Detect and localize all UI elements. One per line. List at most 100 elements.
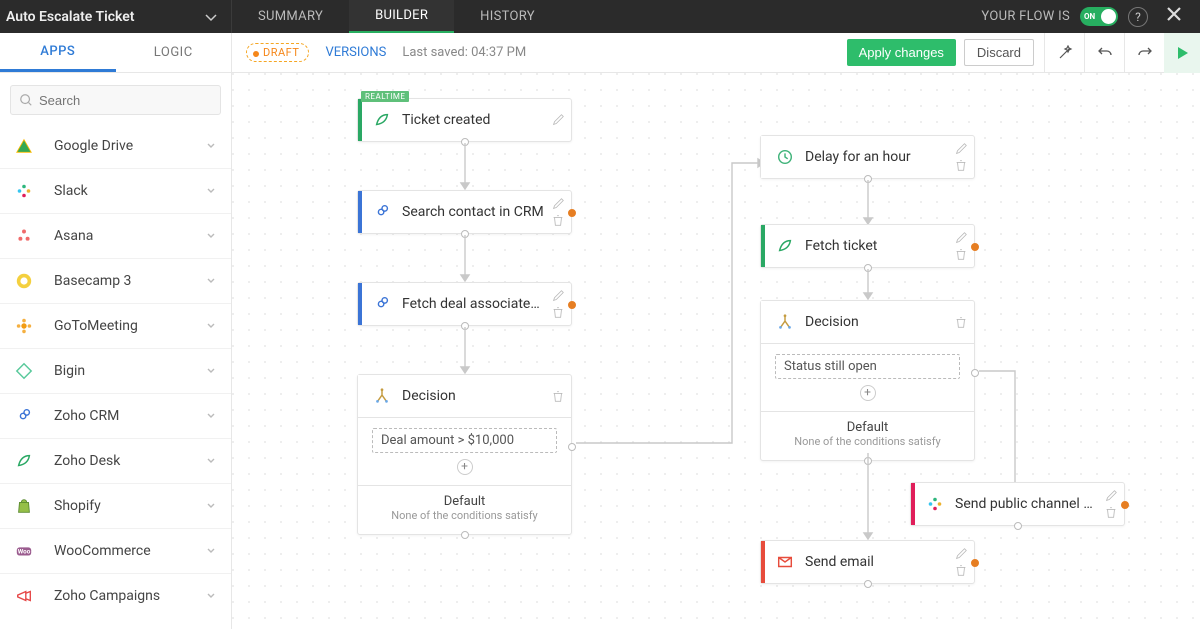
- app-item-basecamp-3[interactable]: Basecamp 3: [0, 258, 231, 303]
- node-fetch-ticket[interactable]: Fetch ticket: [760, 224, 975, 268]
- decision-icon: [362, 387, 402, 405]
- app-name: Google Drive: [54, 138, 205, 154]
- search-input[interactable]: [39, 93, 212, 108]
- app-icon: [14, 451, 34, 471]
- condition-label[interactable]: Deal amount > $10,000: [372, 428, 557, 453]
- app-item-asana[interactable]: Asana: [0, 213, 231, 258]
- zoho-crm-icon: [362, 203, 402, 221]
- app-name: Zoho CRM: [54, 408, 205, 424]
- node-slack[interactable]: Send public channel m...: [910, 482, 1125, 526]
- output-port[interactable]: [568, 301, 576, 309]
- app-name: Slack: [54, 183, 205, 199]
- chevron-down-icon: [203, 9, 219, 25]
- trash-icon[interactable]: [954, 247, 968, 261]
- app-name: Basecamp 3: [54, 273, 205, 289]
- trash-icon[interactable]: [551, 213, 565, 227]
- output-port[interactable]: [971, 559, 979, 567]
- magic-wand-button[interactable]: [1044, 33, 1084, 73]
- app-item-google-drive[interactable]: Google Drive: [0, 123, 231, 168]
- trash-icon[interactable]: [1104, 505, 1118, 519]
- trash-icon[interactable]: [954, 158, 968, 172]
- app-name: Zoho Campaigns: [54, 588, 205, 604]
- undo-button[interactable]: [1084, 33, 1124, 73]
- node-send-email[interactable]: Send email: [760, 540, 975, 584]
- help-button[interactable]: ?: [1128, 7, 1148, 27]
- subtab-logic[interactable]: LOGIC: [116, 33, 232, 72]
- chevron-down-icon: [205, 365, 217, 377]
- app-item-zoho-crm[interactable]: Zoho CRM: [0, 393, 231, 438]
- flow-on-toggle[interactable]: ON: [1080, 7, 1118, 26]
- run-button[interactable]: [1164, 33, 1200, 73]
- node-decision-b[interactable]: Decision Status still open + Default Non…: [760, 300, 975, 461]
- app-icon: [14, 586, 34, 606]
- search-icon: [19, 93, 33, 107]
- add-condition-button[interactable]: +: [860, 385, 876, 401]
- app-icon: Woo: [14, 541, 34, 561]
- node-decision-a[interactable]: Decision Deal amount > $10,000 + Default…: [357, 374, 572, 535]
- zoho-desk-icon: [765, 237, 805, 255]
- node-trigger[interactable]: REALTIME Ticket created: [357, 98, 572, 142]
- gmail-icon: [765, 553, 805, 571]
- edit-icon[interactable]: [954, 547, 968, 561]
- tab-history[interactable]: HISTORY: [454, 0, 561, 33]
- app-search[interactable]: [10, 85, 221, 115]
- app-icon: [14, 136, 34, 156]
- add-condition-button[interactable]: +: [457, 459, 473, 475]
- condition-port[interactable]: [568, 443, 576, 451]
- tab-summary[interactable]: SUMMARY: [232, 0, 349, 33]
- versions-link[interactable]: VERSIONS: [325, 45, 386, 60]
- chevron-down-icon: [205, 320, 217, 332]
- app-item-slack[interactable]: Slack: [0, 168, 231, 213]
- svg-text:Woo: Woo: [18, 548, 31, 556]
- app-name: GoToMeeting: [54, 318, 205, 334]
- app-item-bigin[interactable]: Bigin: [0, 348, 231, 393]
- edit-icon[interactable]: [954, 231, 968, 245]
- edit-icon[interactable]: [551, 289, 565, 303]
- edit-icon[interactable]: [551, 113, 565, 127]
- discard-button[interactable]: Discard: [964, 39, 1034, 66]
- apps-sidebar: Google Drive Slack Asana Basecamp 3 GoToMeet…: [0, 73, 232, 629]
- app-item-gotomeeting[interactable]: GoToMeeting: [0, 303, 231, 348]
- flow-name: Auto Escalate Ticket: [6, 9, 135, 25]
- app-item-shopify[interactable]: Shopify: [0, 483, 231, 528]
- app-item-zoho-desk[interactable]: Zoho Desk: [0, 438, 231, 483]
- output-port[interactable]: [971, 243, 979, 251]
- tab-builder[interactable]: BUILDER: [349, 0, 454, 33]
- node-search-contact[interactable]: Search contact in CRM: [357, 190, 572, 234]
- app-name: Asana: [54, 228, 205, 244]
- close-button[interactable]: [1158, 4, 1190, 30]
- node-fetch-deal[interactable]: Fetch deal associated ...: [357, 282, 572, 326]
- app-icon: [14, 226, 34, 246]
- flow-name-selector[interactable]: Auto Escalate Ticket: [0, 0, 232, 33]
- edit-icon[interactable]: [954, 142, 968, 156]
- edit-icon[interactable]: [551, 197, 565, 211]
- apply-changes-button[interactable]: Apply changes: [847, 39, 956, 66]
- trash-icon[interactable]: [954, 315, 968, 329]
- app-item-woocommerce[interactable]: WooWooCommerce: [0, 528, 231, 573]
- app-icon: [14, 406, 34, 426]
- flow-canvas[interactable]: REALTIME Ticket created Search contact i…: [232, 73, 1200, 629]
- node-delay[interactable]: Delay for an hour: [760, 135, 975, 179]
- chevron-down-icon: [205, 410, 217, 422]
- chevron-down-icon: [205, 455, 217, 467]
- app-item-zoho-campaigns[interactable]: Zoho Campaigns: [0, 573, 231, 618]
- trash-icon[interactable]: [954, 563, 968, 577]
- chevron-down-icon: [205, 140, 217, 152]
- output-port[interactable]: [568, 209, 576, 217]
- subtab-apps[interactable]: APPS: [0, 33, 116, 72]
- last-saved-text: Last saved: 04:37 PM: [402, 45, 526, 60]
- slack-icon: [915, 495, 955, 513]
- chevron-down-icon: [205, 545, 217, 557]
- app-name: Shopify: [54, 498, 205, 514]
- trash-icon[interactable]: [551, 389, 565, 403]
- chevron-down-icon: [205, 590, 217, 602]
- decision-icon: [765, 313, 805, 331]
- app-name: Zoho Desk: [54, 453, 205, 469]
- app-icon: [14, 181, 34, 201]
- condition-port[interactable]: [971, 369, 979, 377]
- redo-button[interactable]: [1124, 33, 1164, 73]
- condition-label[interactable]: Status still open: [775, 354, 960, 379]
- trash-icon[interactable]: [551, 305, 565, 319]
- output-port[interactable]: [1121, 501, 1129, 509]
- edit-icon[interactable]: [1104, 489, 1118, 503]
